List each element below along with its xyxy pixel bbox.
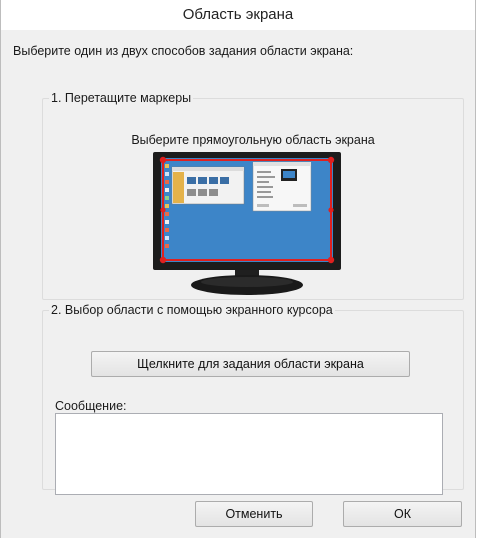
select-screen-area-button[interactable]: Щелкните для задания области экрана [91,351,410,377]
drag-marker-top-left[interactable] [159,156,167,164]
instruction-text: Выберите один из двух способов задания о… [13,44,354,58]
drag-marker-top-right[interactable] [327,156,335,164]
preview-settings-window [252,161,312,212]
drag-marker-bottom-right[interactable] [327,256,335,264]
window-title: Область экрана [1,0,475,30]
message-box[interactable] [55,413,443,495]
message-label: Сообщение: [55,399,127,413]
group-drag-markers-legend: 1. Перетащите маркеры [51,91,192,105]
group-cursor-selection-legend: 2. Выбор области с помощью экранного кур… [51,303,333,317]
group-cursor-selection: 2. Выбор области с помощью экранного кур… [42,303,464,495]
monitor-preview [153,152,341,295]
monitor-base-shine [201,277,293,287]
cancel-button[interactable]: Отменить [195,501,313,527]
drag-marker-right[interactable] [328,207,334,213]
ok-button[interactable]: ОК [343,501,462,527]
drag-marker-bottom-left[interactable] [159,256,167,264]
dialog-window: Область экрана Выберите один из двух спо… [0,0,476,538]
drag-markers-caption: Выберите прямоугольную область экрана [131,133,375,147]
group-drag-markers: 1. Перетащите маркеры Выберите прямоугол… [42,91,464,300]
drag-marker-left[interactable] [160,207,166,213]
preview-explorer-window [171,166,245,205]
